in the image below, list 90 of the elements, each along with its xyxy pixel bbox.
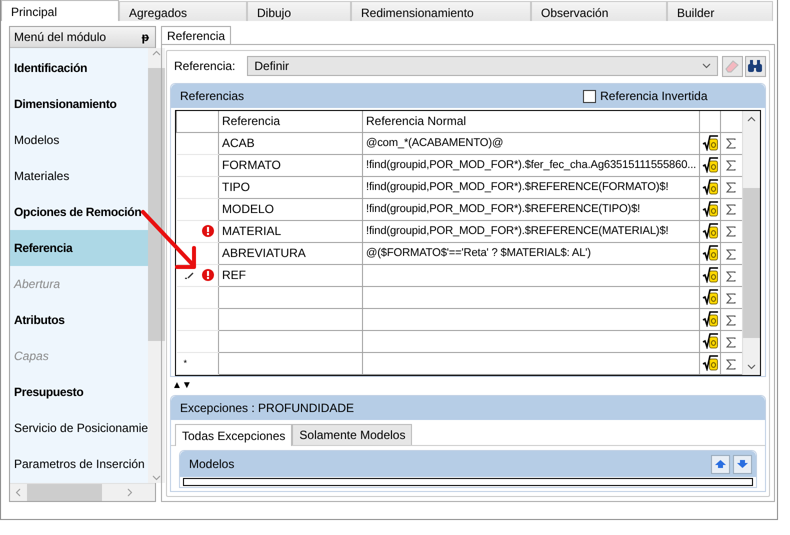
table-cell[interactable]: !find(groupid,POR_MOD_FOR*).$REFERENCE(MATERIAL)$!: [362, 220, 700, 242]
formula-icon[interactable]: [702, 157, 718, 174]
formula-icon[interactable]: [702, 333, 718, 350]
formula-icon[interactable]: [702, 179, 718, 196]
arrow-up-icon: [714, 459, 726, 469]
tab[interactable]: Todas Excepciones: [175, 424, 292, 446]
tab[interactable]: Redimensionamiento: [351, 1, 531, 21]
table-cell[interactable]: REF: [218, 264, 362, 286]
table-cell[interactable]: [362, 330, 700, 352]
sum-icon[interactable]: [726, 138, 736, 150]
move-down-button[interactable]: [732, 454, 752, 474]
scrollbar-thumb[interactable]: [148, 68, 166, 341]
scrollbar-thumb[interactable]: [27, 484, 102, 501]
error-icon: [202, 225, 214, 238]
panel-title: Menú del módulo: [14, 30, 106, 44]
table-cell[interactable]: [218, 308, 362, 330]
table-cell[interactable]: MATERIAL: [218, 220, 362, 242]
pin-icon[interactable]: ᵽ: [142, 30, 149, 44]
tab[interactable]: Builder: [667, 1, 773, 21]
table-cell[interactable]: FORMATO: [218, 154, 362, 176]
arrow-down-icon: [736, 459, 748, 469]
sum-icon[interactable]: [726, 336, 736, 348]
sum-icon[interactable]: [726, 226, 736, 238]
table-cell[interactable]: [362, 352, 700, 374]
table-cell[interactable]: @com_*(ACABAMENTO)@: [362, 132, 700, 154]
field-label: Referencia:: [174, 59, 236, 73]
table-cell[interactable]: ACAB: [218, 132, 362, 154]
table-cell[interactable]: !find(groupid,POR_MOD_FOR*).$fer_fec_cha.Ag63515111555860...: [362, 154, 700, 176]
sum-icon[interactable]: [726, 270, 736, 282]
table-cell[interactable]: @($FORMATO$'=='Reta' ? $MATERIAL$: AL'): [362, 242, 700, 264]
formula-icon[interactable]: [702, 289, 718, 306]
table-cell[interactable]: [362, 286, 700, 308]
pencil-icon: [184, 272, 194, 279]
formula-icon[interactable]: [702, 135, 718, 152]
table-cell[interactable]: MODELO: [218, 198, 362, 220]
menu-item[interactable]: Referencia: [10, 230, 148, 266]
binoculars-icon: [747, 59, 763, 73]
column-header[interactable]: Referencia Normal: [362, 111, 700, 132]
table-cell[interactable]: [218, 352, 362, 374]
menu-item[interactable]: Materiales: [10, 158, 148, 194]
sum-icon[interactable]: [726, 182, 736, 194]
eraser-icon: [724, 59, 740, 73]
move-up-button[interactable]: [710, 454, 730, 474]
checkbox[interactable]: [583, 90, 596, 102]
formula-icon[interactable]: [702, 267, 718, 284]
sum-icon[interactable]: [726, 248, 736, 260]
scrollbar-thumb[interactable]: [742, 188, 760, 338]
formula-icon[interactable]: [702, 201, 718, 218]
menu-item[interactable]: Servicio de Posicionamie: [10, 410, 148, 446]
menu-item[interactable]: Opciones de Remoción: [10, 194, 148, 230]
tab[interactable]: Referencia: [161, 26, 232, 44]
tab[interactable]: Observación: [531, 1, 667, 21]
table-cell[interactable]: ABREVIATURA: [218, 242, 362, 264]
menu-item[interactable]: Atributos: [10, 302, 148, 338]
dropdown[interactable]: Definir: [247, 56, 718, 76]
table-cell[interactable]: TIPO: [218, 176, 362, 198]
checkbox-label[interactable]: Referencia Invertida: [600, 89, 708, 103]
menu-item[interactable]: Identificación: [10, 50, 148, 86]
tab[interactable]: Principal: [1, 0, 119, 21]
table-cell[interactable]: [218, 286, 362, 308]
menu-item[interactable]: Modelos: [10, 122, 148, 158]
formula-icon[interactable]: [702, 355, 718, 372]
sum-icon[interactable]: [726, 204, 736, 216]
sum-icon[interactable]: [726, 292, 736, 304]
table-cell[interactable]: [218, 330, 362, 352]
table-cell[interactable]: !find(groupid,POR_MOD_FOR*).$REFERENCE(TIPO)$!: [362, 198, 700, 220]
menu-item[interactable]: Dimensionamiento: [10, 86, 148, 122]
table-cell[interactable]: !find(groupid,POR_MOD_FOR*).$REFERENCE(FORMATO)$!: [362, 176, 700, 198]
section-title: Modelos: [189, 457, 234, 471]
binoculars-button[interactable]: [744, 56, 766, 76]
sum-icon[interactable]: [726, 358, 736, 370]
tab[interactable]: Dibujo: [247, 1, 351, 21]
table-cell[interactable]: [362, 264, 700, 286]
chevron-down-icon: [702, 63, 710, 69]
section-title: Excepciones : PROFUNDIDADE: [180, 401, 354, 415]
splitter-arrows[interactable]: ▲▼: [170, 379, 766, 393]
formula-icon[interactable]: [702, 311, 718, 328]
sum-icon[interactable]: [726, 160, 736, 172]
table-cell[interactable]: [362, 308, 700, 330]
tab[interactable]: Agregados: [119, 1, 247, 21]
section-title: Referencias: [180, 89, 244, 103]
formula-icon[interactable]: [702, 245, 718, 262]
tab[interactable]: Solamente Modelos: [292, 424, 412, 445]
column-header[interactable]: Referencia: [218, 111, 362, 132]
new-row-marker: *: [184, 358, 188, 368]
menu-item[interactable]: Parametros de Inserción: [10, 446, 148, 482]
formula-icon[interactable]: [702, 223, 718, 240]
sum-icon[interactable]: [726, 314, 736, 326]
error-icon: [202, 269, 214, 282]
menu-item[interactable]: Presupuesto: [10, 374, 148, 410]
